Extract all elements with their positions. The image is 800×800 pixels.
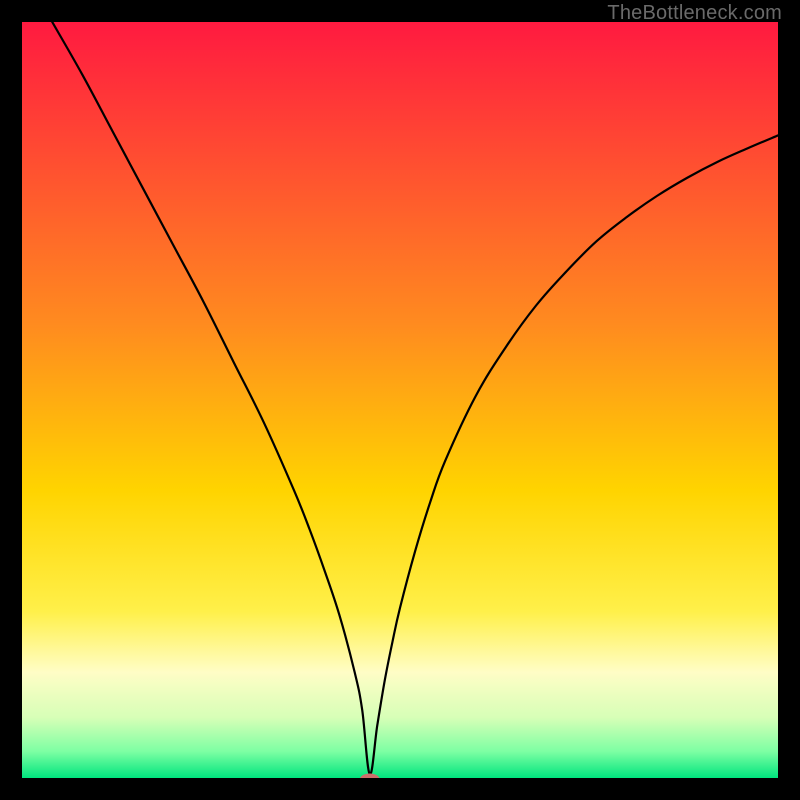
plot-area xyxy=(22,22,778,778)
chart-frame: TheBottleneck.com xyxy=(0,0,800,800)
chart-svg xyxy=(22,22,778,778)
chart-background xyxy=(22,22,778,778)
